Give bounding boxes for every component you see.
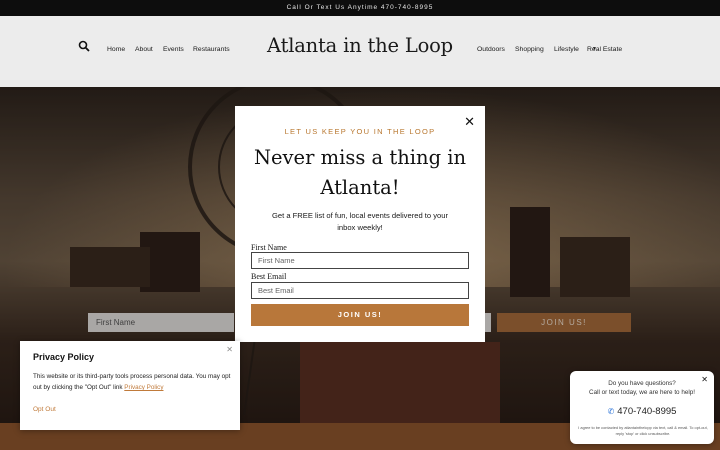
privacy-text: This website or its third-party tools pr…	[33, 371, 233, 393]
announcement-bar: Call Or Text Us Anytime 470-740-8995	[0, 0, 720, 16]
chat-question-line1: Do you have questions?	[608, 380, 676, 387]
chat-phone[interactable]: ✆ 470-740-8995	[570, 406, 714, 417]
opt-out-link[interactable]: Opt Out	[33, 406, 56, 413]
close-icon[interactable]: ✕	[226, 345, 233, 354]
announcement-text: Call Or Text Us Anytime 470-740-8995	[286, 4, 434, 11]
first-name-label: First Name	[251, 243, 287, 252]
modal-heading: Never miss a thing in Atlanta!	[253, 146, 467, 199]
chat-question-line2: Call or text today, we are here to help!	[589, 389, 695, 396]
site-header: Home About Events Restaurants Atlanta in…	[0, 16, 720, 87]
phone-icon: ✆	[607, 407, 615, 416]
nav-item-shopping[interactable]: Shopping	[515, 46, 544, 53]
privacy-title: Privacy Policy	[33, 352, 95, 362]
chevron-down-icon: ▼	[592, 46, 597, 52]
chat-widget: ✕ Do you have questions? Call or text to…	[570, 371, 714, 444]
chat-question: Do you have questions? Call or text toda…	[570, 379, 714, 397]
join-button[interactable]: JOIN US!	[251, 304, 469, 326]
chat-phone-number: 470-740-8995	[617, 406, 677, 417]
email-label: Best Email	[251, 272, 287, 281]
privacy-banner: ✕ Privacy Policy This website or its thi…	[20, 341, 240, 430]
signup-modal: ✕ LET US KEEP YOU IN THE LOOP Never miss…	[235, 106, 485, 342]
chat-fine-print: I agree to be contacted by atlantainthel…	[578, 425, 708, 436]
modal-description: Get a FREE list of fun, local events del…	[271, 211, 448, 232]
email-field[interactable]: Best Email	[251, 282, 469, 299]
nav-item-outdoors[interactable]: Outdoors	[477, 46, 505, 53]
privacy-policy-link[interactable]: Privacy Policy	[124, 384, 163, 391]
nav-item-lifestyle[interactable]: Lifestyle	[554, 46, 579, 53]
first-name-field[interactable]: First Name	[251, 252, 469, 269]
modal-eyebrow: LET US KEEP YOU IN THE LOOP	[284, 127, 436, 136]
